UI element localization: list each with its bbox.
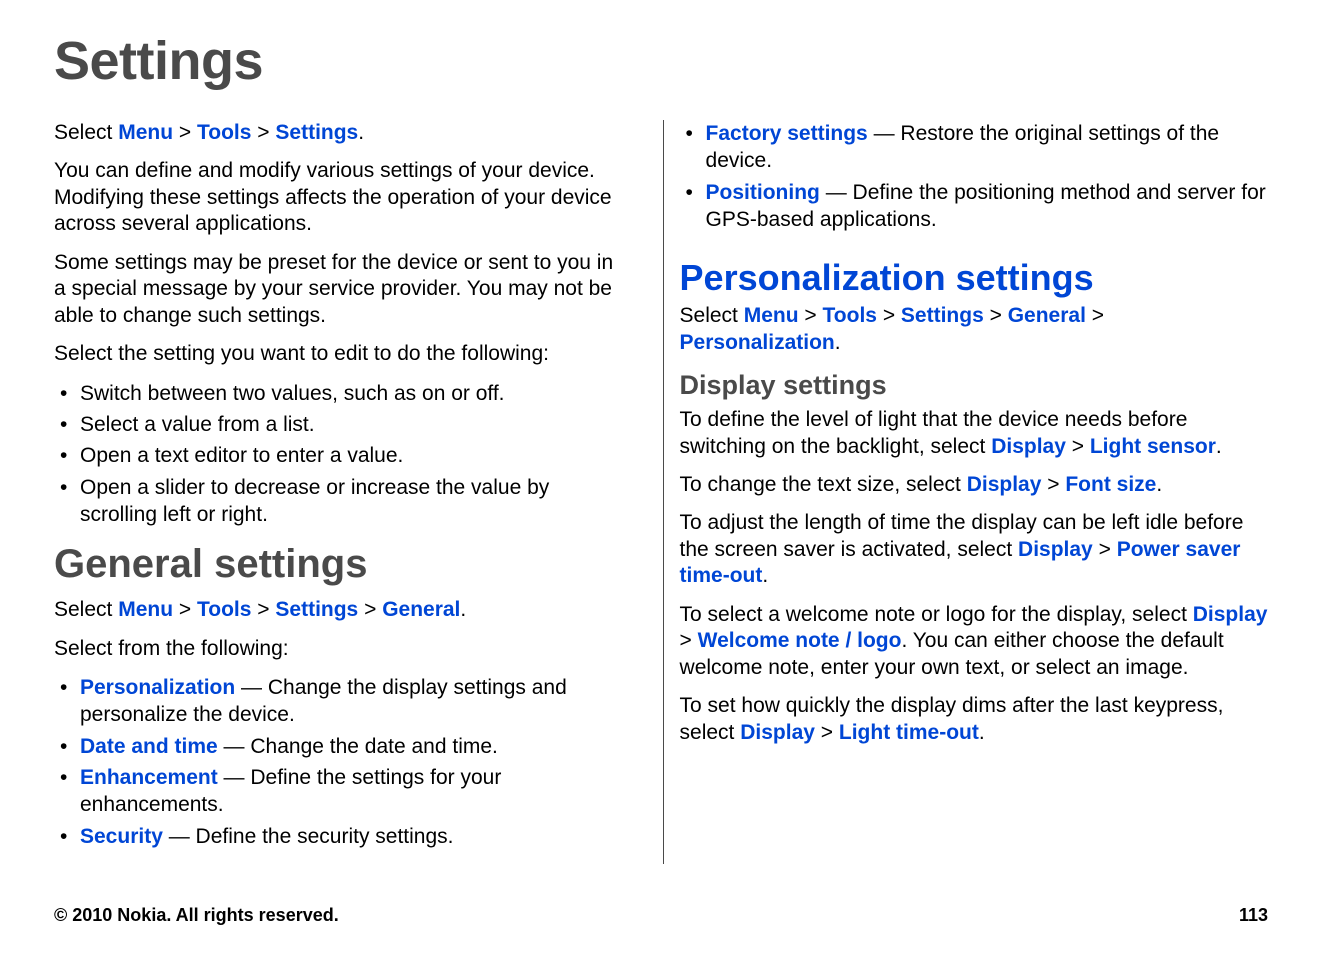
text: Select	[54, 121, 118, 144]
intro-paragraph-3: Select the setting you want to edit to d…	[54, 341, 623, 367]
tools-link[interactable]: Tools	[823, 304, 877, 327]
page-footer: © 2010 Nokia. All rights reserved. 113	[54, 905, 1268, 926]
personalization-select-path: Select Menu > Tools > Settings > General…	[680, 303, 1268, 356]
list-item: Positioning — Define the positioning met…	[680, 179, 1268, 234]
intro-paragraph-1: You can define and modify various settin…	[54, 158, 623, 237]
settings-link[interactable]: Settings	[275, 598, 358, 621]
display-settings-heading: Display settings	[680, 370, 1268, 401]
general-subtitle: Select from the following:	[54, 636, 623, 662]
separator: >	[364, 598, 382, 621]
list-item: Personalization — Change the display set…	[54, 674, 623, 729]
menu-link[interactable]: Menu	[118, 121, 173, 144]
separator: >	[680, 629, 698, 652]
tools-link[interactable]: Tools	[197, 121, 251, 144]
enhancement-link[interactable]: Enhancement	[80, 766, 218, 789]
text: Select	[54, 598, 118, 621]
list-item: Enhancement — Define the settings for yo…	[54, 764, 623, 819]
separator: >	[1072, 435, 1090, 458]
list-item: Factory settings — Restore the original …	[680, 120, 1268, 175]
text: .	[358, 121, 364, 144]
welcome-note-link[interactable]: Welcome note / logo	[698, 629, 902, 652]
power-saver-paragraph: To adjust the length of time the display…	[680, 510, 1268, 589]
item-description: — Define the security settings.	[163, 825, 454, 848]
list-item: Switch between two values, such as on or…	[54, 380, 623, 407]
intro-paragraph-2: Some settings may be preset for the devi…	[54, 250, 623, 329]
display-link[interactable]: Display	[740, 721, 815, 744]
separator: >	[990, 304, 1008, 327]
general-items-list: Personalization — Change the display set…	[54, 674, 623, 850]
personalization-link[interactable]: Personalization	[80, 676, 235, 699]
edit-actions-list: Switch between two values, such as on or…	[54, 380, 623, 528]
light-sensor-paragraph: To define the level of light that the de…	[680, 407, 1268, 460]
text: Select	[680, 304, 744, 327]
security-link[interactable]: Security	[80, 825, 163, 848]
text: .	[1216, 435, 1222, 458]
general-settings-heading: General settings	[54, 542, 623, 587]
item-description: — Change the date and time.	[218, 735, 498, 758]
separator: >	[179, 121, 197, 144]
list-item: Open a slider to decrease or increase th…	[54, 474, 623, 529]
tools-link[interactable]: Tools	[197, 598, 251, 621]
separator: >	[804, 304, 822, 327]
separator: >	[257, 598, 275, 621]
separator: >	[883, 304, 901, 327]
separator: >	[1099, 538, 1117, 561]
general-link[interactable]: General	[382, 598, 460, 621]
footer-copyright: © 2010 Nokia. All rights reserved.	[54, 905, 339, 926]
font-size-paragraph: To change the text size, select Display …	[680, 472, 1268, 498]
intro-select-path: Select Menu > Tools > Settings.	[54, 120, 623, 146]
page-title: Settings	[54, 30, 1268, 92]
general-select-path: Select Menu > Tools > Settings > General…	[54, 597, 623, 623]
welcome-note-paragraph: To select a welcome note or logo for the…	[680, 602, 1268, 681]
display-link[interactable]: Display	[1193, 603, 1268, 626]
settings-link[interactable]: Settings	[901, 304, 984, 327]
list-item: Open a text editor to enter a value.	[54, 442, 623, 469]
separator: >	[1047, 473, 1065, 496]
settings-link[interactable]: Settings	[275, 121, 358, 144]
list-item: Select a value from a list.	[54, 411, 623, 438]
two-column-layout: Select Menu > Tools > Settings. You can …	[54, 120, 1268, 864]
footer-page-number: 113	[1239, 905, 1268, 926]
personalization-link[interactable]: Personalization	[680, 331, 835, 354]
right-column: Factory settings — Restore the original …	[663, 120, 1268, 864]
menu-link[interactable]: Menu	[118, 598, 173, 621]
general-items-continued: Factory settings — Restore the original …	[680, 120, 1268, 233]
text: To change the text size, select	[680, 473, 967, 496]
general-link[interactable]: General	[1008, 304, 1086, 327]
text: .	[835, 331, 841, 354]
light-time-out-link[interactable]: Light time-out	[839, 721, 979, 744]
menu-link[interactable]: Menu	[744, 304, 799, 327]
separator: >	[257, 121, 275, 144]
display-link[interactable]: Display	[991, 435, 1066, 458]
document-page: Settings Select Menu > Tools > Settings.…	[0, 0, 1322, 954]
factory-settings-link[interactable]: Factory settings	[706, 122, 868, 145]
light-time-out-paragraph: To set how quickly the display dims afte…	[680, 693, 1268, 746]
display-link[interactable]: Display	[967, 473, 1042, 496]
text: .	[1156, 473, 1162, 496]
font-size-link[interactable]: Font size	[1065, 473, 1156, 496]
list-item: Security — Define the security settings.	[54, 823, 623, 850]
separator: >	[179, 598, 197, 621]
text: To select a welcome note or logo for the…	[680, 603, 1193, 626]
text: .	[979, 721, 985, 744]
display-link[interactable]: Display	[1018, 538, 1093, 561]
date-and-time-link[interactable]: Date and time	[80, 735, 218, 758]
list-item: Date and time — Change the date and time…	[54, 733, 623, 760]
positioning-link[interactable]: Positioning	[706, 181, 820, 204]
personalization-settings-heading: Personalization settings	[680, 257, 1268, 299]
left-column: Select Menu > Tools > Settings. You can …	[54, 120, 623, 864]
text: .	[460, 598, 466, 621]
light-sensor-link[interactable]: Light sensor	[1090, 435, 1216, 458]
separator: >	[821, 721, 839, 744]
text: .	[762, 564, 768, 587]
separator: >	[1092, 304, 1104, 327]
